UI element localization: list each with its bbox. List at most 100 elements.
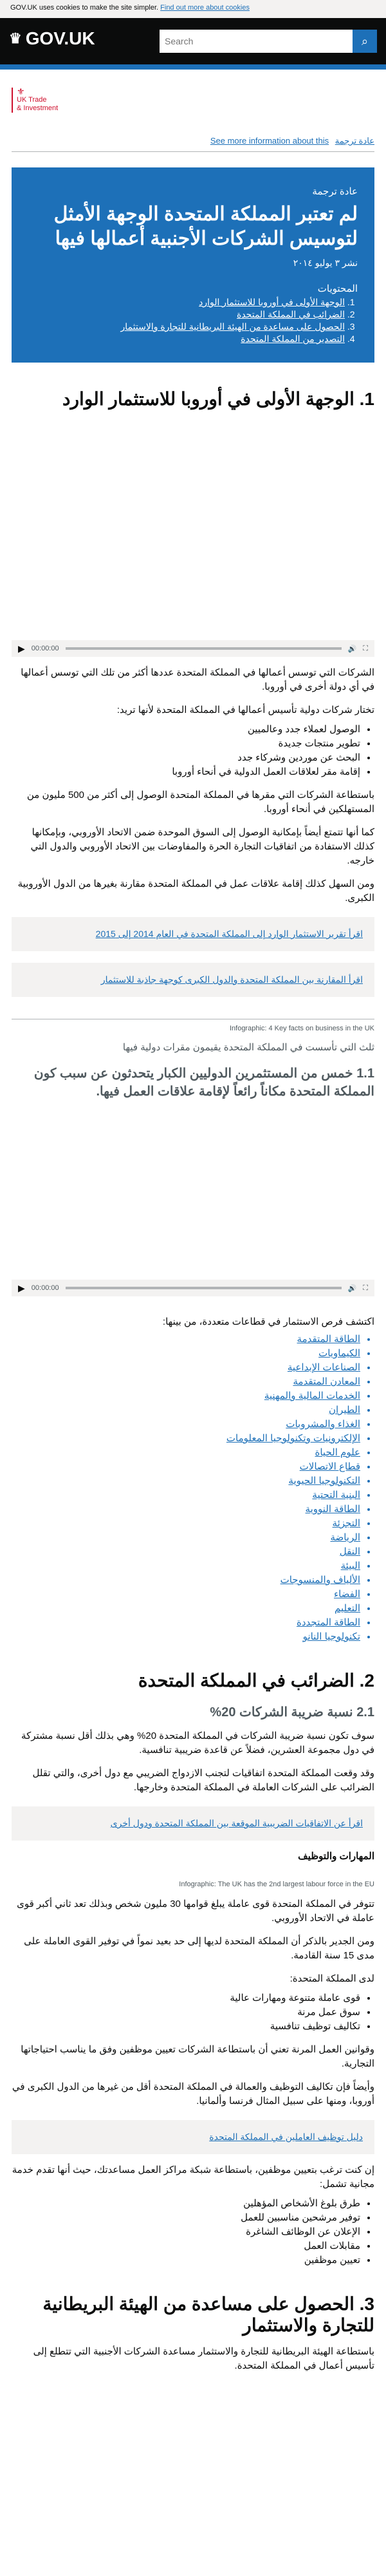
reasons-list: الوصول لعملاء جدد وعالميين تطوير منتجات … <box>12 723 374 779</box>
sector-link[interactable]: الألياف والمنسوجات <box>12 1573 360 1587</box>
organisation-logo[interactable]: ⚜ UK Trade & Investment <box>12 86 75 113</box>
list-item: تعيين موظفين <box>12 2253 360 2268</box>
paragraph: الشركات التي توسس أعمالها في المملكة الم… <box>21 667 374 692</box>
callout-link[interactable]: اقرأ المقارنة بين المملكة المتحدة والدول… <box>101 974 363 985</box>
sector-link[interactable]: الصناعات الإبداعية <box>12 1361 360 1375</box>
list-item: مقابلات العمل <box>12 2239 360 2253</box>
sector-link[interactable]: الإلكترونيات وتكنولوجيا المعلومات <box>12 1432 360 1446</box>
contents-item[interactable]: الضرائب في المملكة المتحدة <box>28 309 345 320</box>
play-icon[interactable]: ▶ <box>18 1283 25 1294</box>
paragraph: لدى المملكة المتحدة: <box>290 1973 374 1984</box>
sector-link[interactable]: النقل <box>12 1545 360 1559</box>
site-header: ♛ GOV.UK ⌕ <box>0 18 386 70</box>
stat-line: ثلث التي تأسست في المملكة المتحدة يقيمون… <box>122 1042 374 1053</box>
sector-link[interactable]: المعادن المتقدمة <box>12 1375 360 1389</box>
govuk-logo-text: GOV.UK <box>25 28 95 48</box>
sector-link[interactable]: علوم الحياة <box>12 1446 361 1460</box>
paragraph: سوف تكون نسبة ضريبة الشركات في المملكة ا… <box>21 1730 374 1756</box>
paragraph: تتوفر في المملكة المتحدة قوى عاملة يبلغ … <box>17 1899 374 1924</box>
list-item: إقامة مقر لعلاقات العمل الدولية في أنحاء… <box>12 765 360 779</box>
english-link[interactable]: See more information about this <box>210 136 329 146</box>
list-item: طرق بلوغ الأشخاص المؤهلين <box>12 2197 360 2211</box>
cookie-text: GOV.UK uses cookies to make the site sim… <box>10 4 159 12</box>
list-item: توفير مرشحين مناسبين للعمل <box>12 2211 360 2225</box>
paragraph: وقوانين العمل المرنة تعني أن باستطاعة ال… <box>21 2044 374 2069</box>
video-area[interactable] <box>12 421 374 640</box>
sector-link[interactable]: الرياضة <box>12 1531 360 1545</box>
callout-box: دليل توظيف العاملين في المملكة المتحدة <box>12 2120 374 2154</box>
player-time: 00:00:00 <box>31 1284 59 1292</box>
sector-link[interactable]: الطاقة النووية <box>12 1502 360 1517</box>
org-name-line1: UK Trade <box>17 96 47 104</box>
list-item: تطوير منتجات جديدة <box>12 737 360 751</box>
paragraph: وأيضاً فإن تكاليف التوظيف والعمالة في ال… <box>12 2081 374 2107</box>
hero-kicker: عادة ترجمة <box>312 186 358 197</box>
list-item: سوق عمل مرنة <box>12 2005 360 2020</box>
video-area-2[interactable] <box>12 1112 374 1280</box>
search-icon: ⌕ <box>361 34 369 48</box>
volume-icon[interactable]: 🔊 <box>348 645 357 653</box>
sector-link[interactable]: البيئة <box>12 1559 360 1573</box>
sectors-list: الطاقة المتقدمة الكيماويات الصناعات الإب… <box>12 1332 374 1644</box>
cookie-banner: GOV.UK uses cookies to make the site sim… <box>0 0 386 18</box>
hero-banner: عادة ترجمة لم تعتبر المملكة المتحدة الوج… <box>12 167 374 363</box>
sector-link[interactable]: الطيران <box>12 1403 360 1417</box>
sector-link[interactable]: الطاقة المتجددة <box>12 1616 360 1630</box>
progress-bar[interactable] <box>65 1287 342 1289</box>
search-input[interactable] <box>160 30 353 53</box>
subheading: 2.1 نسبة ضريبة الشركات 20% <box>210 1705 374 1719</box>
govuk-logo[interactable]: ♛ GOV.UK <box>9 28 95 49</box>
cookie-link[interactable]: Find out more about cookies <box>160 4 250 12</box>
video-player-controls: ▶ 00:00:00 🔊 ⛶ <box>12 640 374 657</box>
crown-icon: ♛ <box>9 30 22 46</box>
section-1-heading: 1. الوجهة الأولى في أوروبا للاستثمار الو… <box>62 389 374 409</box>
sector-link[interactable]: الغذاء والمشروبات <box>12 1417 360 1432</box>
video-player-controls: ▶ 00:00:00 🔊 ⛶ <box>12 1280 374 1296</box>
progress-bar[interactable] <box>65 647 342 650</box>
language-bar: See more information about this عادة ترج… <box>12 136 374 152</box>
callout-box: اقرأ تقرير الاستثمار الوارد إلى المملكة … <box>12 917 374 951</box>
callout-link[interactable]: اقرأ عن الاتفاقيات الضريبية الموقعة بين … <box>111 1818 363 1828</box>
contents-item[interactable]: التصدير من المملكة المتحدة <box>28 334 345 345</box>
volume-icon[interactable]: 🔊 <box>348 1284 357 1293</box>
subheading: 1.1 خمس من المستثمرين الدوليين الكبار يت… <box>33 1066 374 1099</box>
list-item: الوصول لعملاء جدد وعالميين <box>12 723 360 737</box>
services-list: طرق بلوغ الأشخاص المؤهلين توفير مرشحين م… <box>12 2197 374 2268</box>
features-list: قوى عاملة متنوعة ومهارات عالية سوق عمل م… <box>12 1991 374 2034</box>
contents-list: المحتويات الوجهة الأولى في أوروبا للاستث… <box>28 283 358 345</box>
sector-link[interactable]: التعليم <box>12 1602 360 1616</box>
paragraph: إن كنت ترغب بتعيين موظفين، باستطاعة شبكة… <box>12 2164 374 2190</box>
sector-link[interactable]: الخدمات المالية والمهنية <box>12 1389 360 1403</box>
player-time: 00:00:00 <box>31 645 59 652</box>
search-form: ⌕ <box>160 30 377 53</box>
sector-link[interactable]: الطاقة المتقدمة <box>12 1332 360 1347</box>
paragraph: ومن الجدير بالذكر أن المملكة المتحدة لدي… <box>24 1936 374 1961</box>
published-date: نشر ٣ يوليو ٢٠١٤ <box>293 258 358 268</box>
royal-crest-icon: ⚜ <box>17 86 25 97</box>
page-title: لم تعتبر المملكة المتحدة الوجهة الأمثل ل… <box>53 204 358 249</box>
contents-item[interactable]: الحصول على مساعدة من الهيئة البريطانية ل… <box>28 321 345 332</box>
sector-link[interactable]: الكيماويات <box>12 1347 360 1361</box>
contents-title: المحتويات <box>317 283 358 294</box>
list-item: قوى عاملة متنوعة ومهارات عالية <box>12 1991 360 2005</box>
fullscreen-icon[interactable]: ⛶ <box>363 1284 368 1293</box>
sector-link[interactable]: البنية التحتية <box>12 1488 360 1502</box>
search-button[interactable]: ⌕ <box>353 30 377 53</box>
sector-link[interactable]: تكنولوجيا النانو <box>12 1630 360 1644</box>
sector-link[interactable]: التجزئة <box>12 1517 360 1531</box>
org-name-line2: & Investment <box>17 104 59 112</box>
sector-link[interactable]: قطاع الاتصالات <box>12 1460 360 1474</box>
arabic-link[interactable]: عادة ترجمة <box>335 136 374 146</box>
callout-link[interactable]: دليل توظيف العاملين في المملكة المتحدة <box>209 2132 363 2142</box>
paragraph: كما أنها تتمتع أيضاً بإمكانية الوصول إلى… <box>30 827 374 866</box>
contents-item[interactable]: الوجهة الأولى في أوروبا للاستثمار الوارد <box>28 297 345 308</box>
sector-link[interactable]: التكنولوجيا الحيوية <box>12 1474 360 1488</box>
play-icon[interactable]: ▶ <box>18 643 25 654</box>
paragraph: باستطاعة الشركات التي مقرها في المملكة ا… <box>26 790 374 815</box>
callout-link[interactable]: اقرأ تقرير الاستثمار الوارد إلى المملكة … <box>96 929 363 939</box>
list-item: الإعلان عن الوظائف الشاغرة <box>12 2225 360 2239</box>
sector-link[interactable]: الفضاء <box>12 1587 360 1602</box>
section-2-heading: 2. الضرائب في المملكة المتحدة <box>138 1671 374 1690</box>
fullscreen-icon[interactable]: ⛶ <box>363 645 368 653</box>
sectors-intro: اكتشف فرص الاستثمار في قطاعات متعددة، من… <box>162 1316 374 1327</box>
